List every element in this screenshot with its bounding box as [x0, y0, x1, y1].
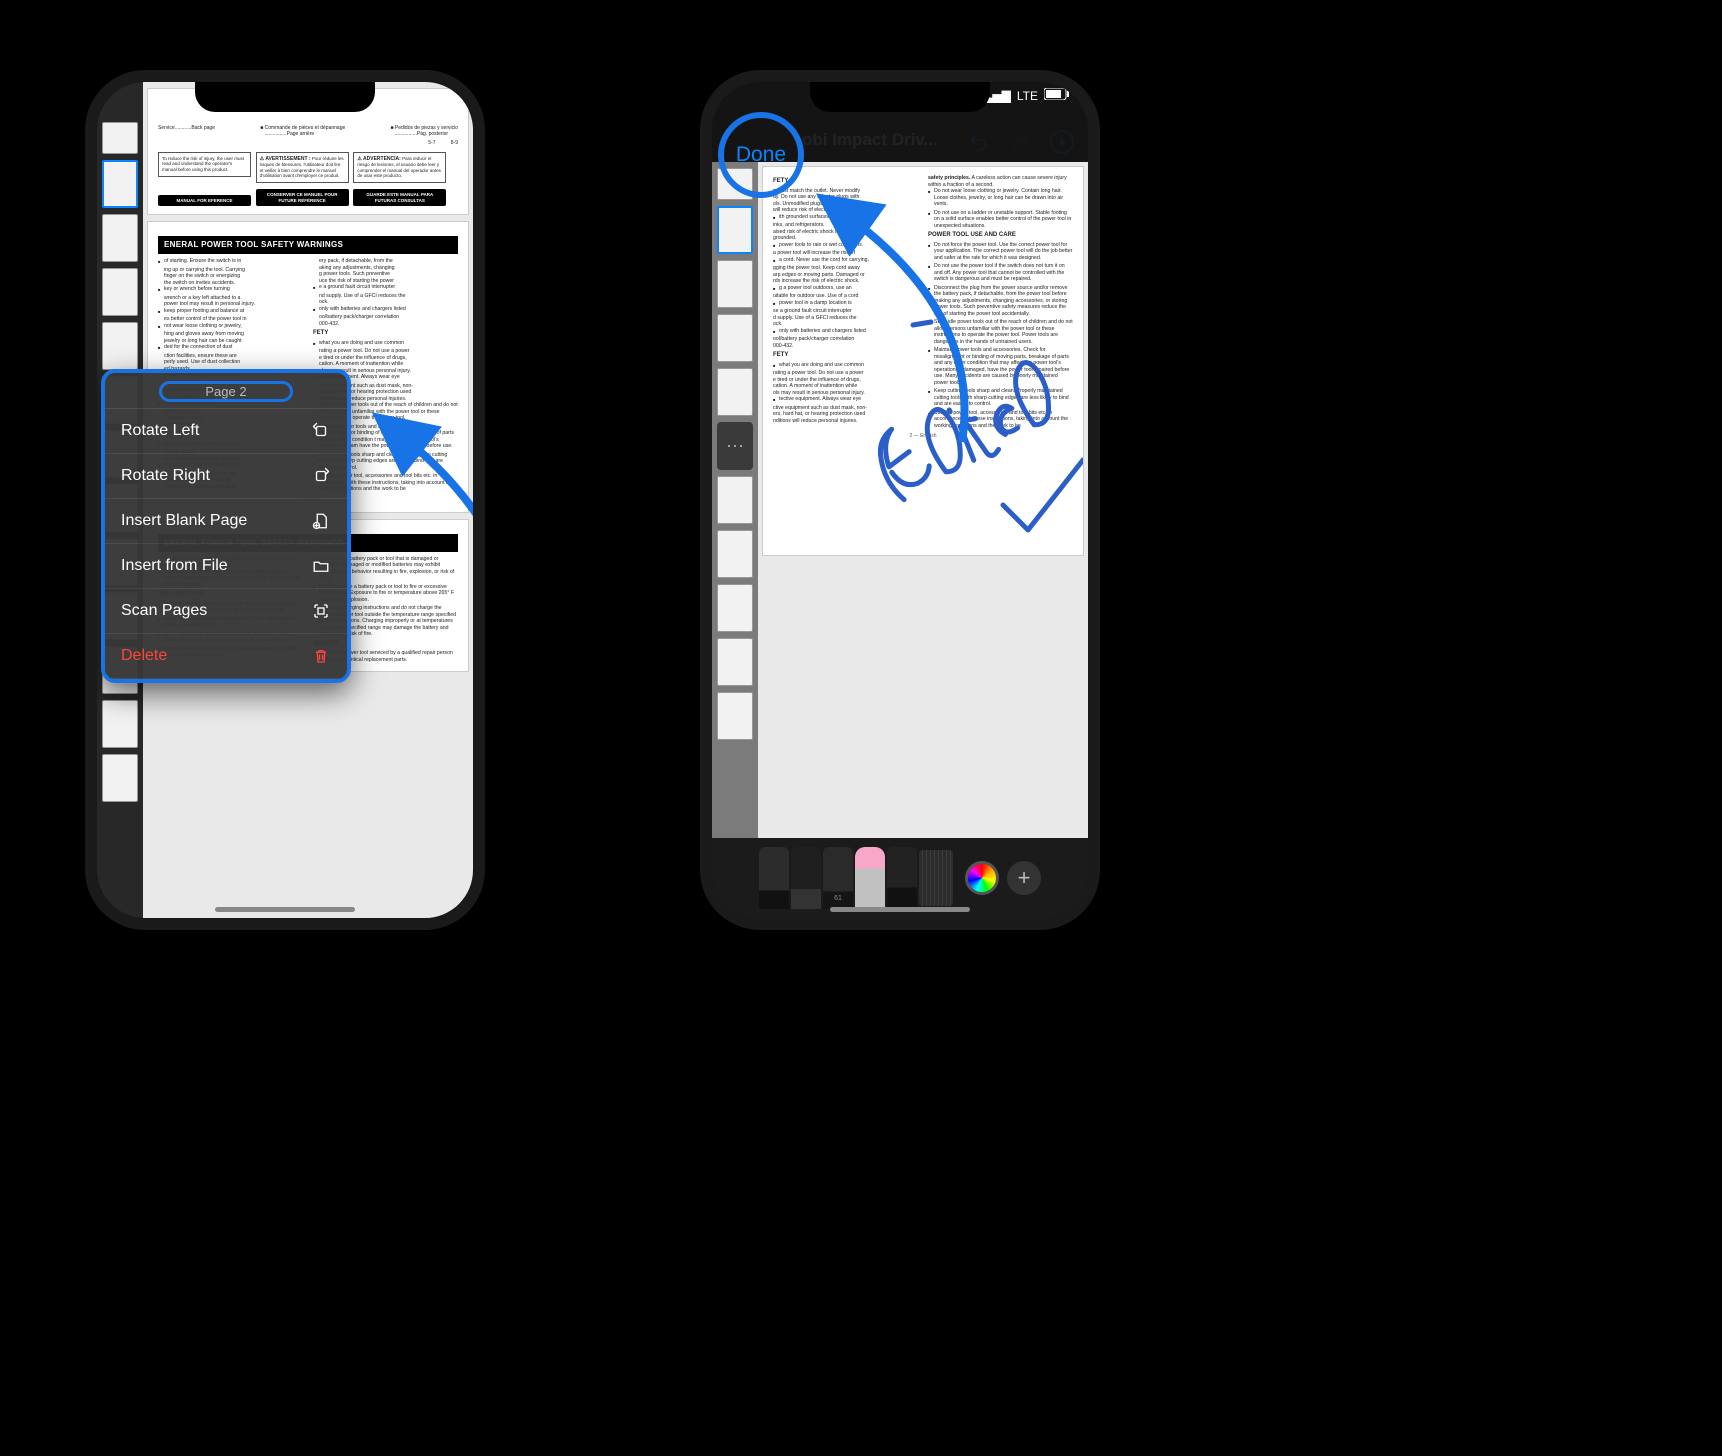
page-number: 2 — English [773, 433, 1073, 439]
done-button[interactable]: Done [718, 112, 804, 198]
thumbnail-page-1[interactable] [102, 122, 138, 154]
add-tool-button[interactable]: + [1007, 861, 1041, 895]
menu-rotate-left-label: Rotate Left [121, 422, 199, 440]
trash-icon [311, 646, 331, 666]
thumbnail-page-8[interactable] [717, 584, 753, 632]
ruler-tool[interactable] [919, 850, 953, 906]
thumbnail-page-9[interactable] [717, 638, 753, 686]
document-viewer-markup[interactable]: ⋯ FETY s must match the outlet. Never mo… [712, 162, 1088, 838]
thumbnail-page-10[interactable] [717, 692, 753, 740]
warning-box-en: To reduce the risk of injury, the user m… [158, 152, 251, 177]
menu-insert-file-label: Insert from File [121, 557, 228, 575]
menu-delete-label: Delete [121, 647, 167, 665]
thumbnail-page-2[interactable] [102, 160, 138, 208]
menu-insert-blank-label: Insert Blank Page [121, 512, 247, 530]
screen-right: ▁▃▅▇ LTE obi Impact Driv... Done ⋯ [712, 82, 1088, 918]
context-menu-title: Page 2 [105, 373, 347, 409]
thumbnail-page-2[interactable] [717, 206, 753, 254]
doc-page-2-header: ENERAL POWER TOOL SAFETY WARNINGS [158, 236, 458, 254]
battery-icon [1044, 88, 1070, 103]
folder-icon [311, 556, 331, 576]
markup-tool-palette: 61 + [712, 838, 1088, 918]
page-thumbnail-rail[interactable]: ⋯ [712, 162, 758, 838]
pill-manual-es: GUARDE ESTE MANUAL PARA FUTURAS CONSULTA… [353, 189, 446, 206]
notch [810, 82, 990, 112]
thumbnail-page-7[interactable] [717, 530, 753, 578]
network-label: LTE [1017, 89, 1038, 103]
menu-rotate-right-label: Rotate Right [121, 467, 210, 485]
menu-insert-from-file[interactable]: Insert from File [105, 544, 347, 589]
thumbnail-page-4[interactable] [717, 314, 753, 362]
color-picker-button[interactable] [965, 861, 999, 895]
pencil-tool[interactable]: 61 [823, 847, 853, 909]
home-indicator[interactable] [830, 907, 970, 912]
warning-box-es: ⚠ ADVERTENCIA: Para reducir el riesgo de… [353, 152, 446, 183]
eraser-tool[interactable] [855, 847, 885, 909]
rotate-left-icon [311, 421, 331, 441]
lasso-tool[interactable] [887, 847, 917, 909]
menu-delete[interactable]: Delete [105, 634, 347, 679]
rotate-right-icon [311, 466, 331, 486]
doc-page-2-markup[interactable]: FETY s must match the outlet. Never modi… [762, 166, 1084, 556]
thumbnail-page-4[interactable] [102, 268, 138, 316]
page-context-menu: Page 2 Rotate Left Rotate Right Insert B… [101, 369, 351, 683]
menu-scan-label: Scan Pages [121, 602, 207, 620]
notch [195, 82, 375, 112]
toc-service: Service [158, 125, 175, 131]
thumbnail-page-5[interactable] [102, 322, 138, 370]
pill-manual-en: MANUAL FOR EFERENCE [158, 195, 251, 207]
insert-page-icon [311, 511, 331, 531]
pill-manual-fr: CONSERVER CE MANUEL POUR FUTURE RÉFÉRENC… [256, 189, 349, 206]
scan-icon [311, 601, 331, 621]
add-page-button[interactable]: ⋯ [717, 422, 753, 470]
thumbnail-page-12[interactable] [102, 700, 138, 748]
menu-rotate-right[interactable]: Rotate Right [105, 454, 347, 499]
phone-mockup-left: Service............Back page ■ Commande … [85, 70, 485, 930]
menu-insert-blank[interactable]: Insert Blank Page [105, 499, 347, 544]
thumbnail-page-3[interactable] [102, 214, 138, 262]
screen-left: Service............Back page ■ Commande … [97, 82, 473, 918]
thumbnail-page-3[interactable] [717, 260, 753, 308]
thumbnail-page-6[interactable] [717, 476, 753, 524]
marker-tool[interactable] [791, 847, 821, 909]
home-indicator[interactable] [215, 907, 355, 912]
phone-mockup-right: ▁▃▅▇ LTE obi Impact Driv... Done ⋯ [700, 70, 1100, 930]
thumbnail-page-5[interactable] [717, 368, 753, 416]
pen-tool[interactable] [759, 847, 789, 909]
menu-scan-pages[interactable]: Scan Pages [105, 589, 347, 634]
done-button-label: Done [736, 143, 786, 167]
warning-box-fr: ⚠ AVERTISSEMENT : Pour réduire les risqu… [256, 152, 349, 183]
menu-rotate-left[interactable]: Rotate Left [105, 409, 347, 454]
thumbnail-page-13[interactable] [102, 754, 138, 802]
